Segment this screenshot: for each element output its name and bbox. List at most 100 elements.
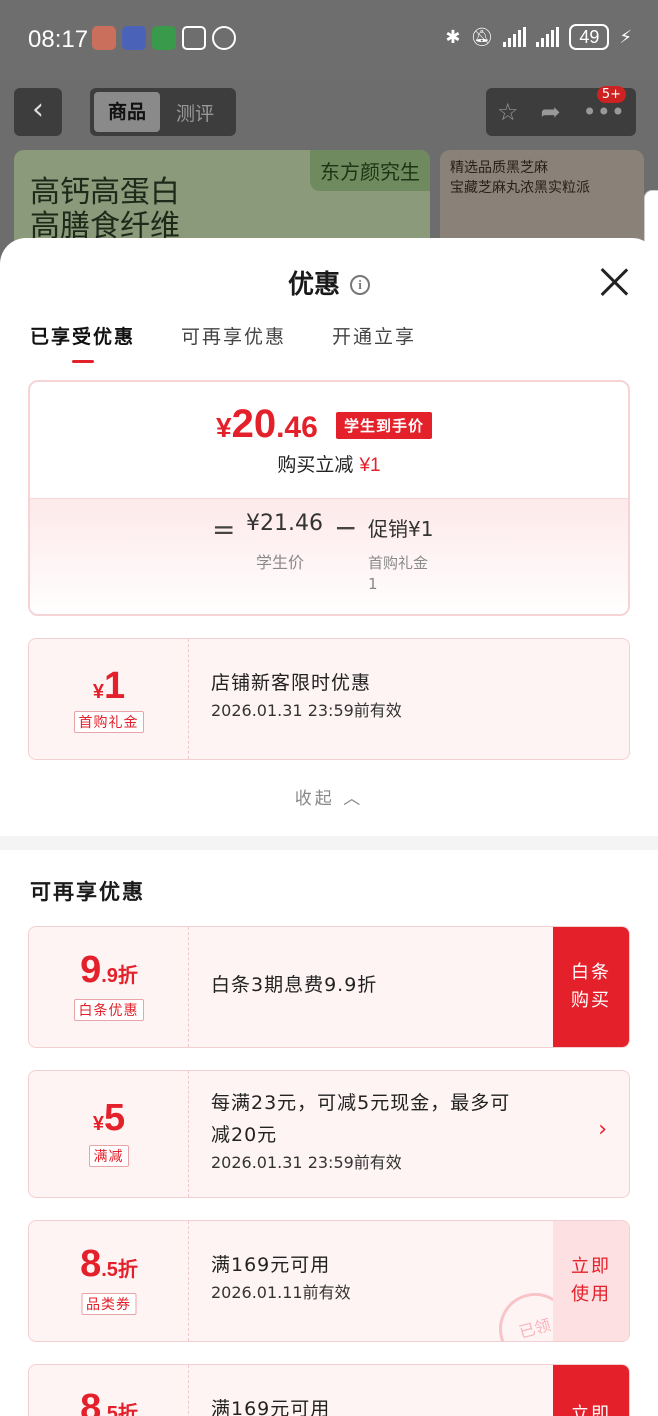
- coupon-amount: 8.5折: [29, 1387, 189, 1416]
- coupon-type-tag: 白条优惠: [73, 999, 144, 1021]
- amount-suffix: .9折: [101, 965, 138, 987]
- amount-suffix: .5折: [101, 1259, 138, 1281]
- coupon-amount-area: 8.5折: [29, 1365, 189, 1416]
- coupon-amount: ¥1: [29, 665, 189, 708]
- battery-icon: 49: [569, 24, 610, 50]
- status-time: 08:17: [28, 26, 89, 53]
- status-right: ✱ 🔕︎ 49 ⚡: [445, 24, 632, 50]
- charging-icon: ⚡: [619, 26, 632, 48]
- promo-label: 首购礼金 1: [368, 554, 429, 593]
- discount-sheet: 优惠 i 已享受优惠 可再享优惠 开通立享 ¥20.46 学生到手价 购买立减 ¥…: [0, 238, 658, 1416]
- student-price-value: ¥21.46: [246, 511, 323, 536]
- chevron-right-icon[interactable]: ›: [598, 1117, 607, 1142]
- currency-symbol: ¥: [92, 681, 104, 703]
- info-icon[interactable]: i: [350, 275, 370, 295]
- wechat-icon: [152, 26, 176, 50]
- status-bar: 08:17 ✱ 🔕︎ 49 ⚡: [0, 0, 658, 80]
- purchase-reduction: 购买立减 ¥1: [30, 450, 628, 477]
- price-breakdown: = ¥21.46 学生价 − 促销¥1 首购礼金 1: [30, 498, 628, 614]
- reduction-label: 购买立减: [277, 454, 354, 476]
- banner-brand: 东方颜究生: [310, 150, 430, 191]
- coupon-amount-area: 8.5折 品类券: [29, 1221, 189, 1341]
- coupon-expiry: 2026.01.31 23:59前有效: [211, 701, 402, 720]
- price-summary-card: ¥20.46 学生到手价 购买立减 ¥1 = ¥21.46 学生价 − 促销¥1…: [28, 380, 630, 616]
- app-notification-icon: [92, 26, 116, 50]
- amount-suffix: .5折: [101, 1403, 138, 1416]
- tab-more[interactable]: 可再享优惠: [181, 322, 286, 349]
- amount-value: 8: [80, 1387, 102, 1416]
- equals-sign: =: [212, 513, 236, 546]
- amount-value: 8: [80, 1243, 102, 1285]
- coupon-expiry: 2026.01.11前有效: [211, 1283, 351, 1302]
- coupon-title: 每满23元，可减5元现金，最多可 减20元: [211, 1092, 511, 1146]
- tab-product[interactable]: 商品: [94, 92, 160, 132]
- coupon-details: 每满23元，可减5元现金，最多可 减20元 2026.01.31 23:59前有…: [211, 1087, 510, 1175]
- banner-slogan: 高钙高蛋白 高膳食纤维: [30, 175, 180, 244]
- discount-tabs: 已享受优惠 可再享优惠 开通立享: [30, 322, 416, 363]
- student-price-label: 学生价: [256, 553, 305, 572]
- coupon-type-tag: 满减: [88, 1145, 129, 1167]
- bluetooth-icon: ✱: [445, 26, 461, 48]
- student-price-tag: 学生到手价: [336, 412, 433, 439]
- notification-icons: [92, 26, 236, 50]
- coupon-details: 满169元可用 2026.01.11前有效: [211, 1249, 351, 1305]
- promo-value: 促销¥1: [368, 517, 434, 541]
- amount-value: 9: [80, 949, 102, 991]
- price-symbol: ¥: [216, 412, 232, 443]
- price-integer: 20: [231, 402, 277, 446]
- product-topbar: ‹ 商品 测评 ☆ ➦ ••• 5+: [0, 86, 658, 138]
- coupon-title: 店铺新客限时优惠: [211, 672, 372, 694]
- coupon-expiry: 2026.01.31 23:59前有效: [211, 1153, 402, 1172]
- amount-value: 5: [103, 1097, 126, 1139]
- app-notification-icon: [122, 26, 146, 50]
- tab-activate[interactable]: 开通立享: [332, 322, 416, 349]
- coupon-amount: ¥5: [29, 1097, 189, 1140]
- signal-icon: [536, 27, 560, 47]
- back-button[interactable]: ‹: [14, 88, 62, 136]
- coupon-details: 店铺新客限时优惠 2026.01.31 23:59前有效: [211, 667, 402, 723]
- top-actions: ☆ ➦ ••• 5+: [486, 86, 636, 136]
- final-price: ¥20.46: [216, 402, 318, 447]
- coupon-full-reduction[interactable]: ¥5 满减 每满23元，可减5元现金，最多可 减20元 2026.01.31 2…: [28, 1070, 630, 1198]
- section-divider: [0, 836, 658, 850]
- tab-enjoyed[interactable]: 已享受优惠: [30, 322, 135, 363]
- price-decimal: .46: [276, 411, 318, 444]
- tab-review[interactable]: 测评: [160, 99, 230, 126]
- star-icon[interactable]: ☆: [497, 98, 519, 126]
- coupon-amount-area: ¥1 首购礼金: [29, 639, 189, 759]
- coupon-type-tag: 首购礼金: [73, 711, 144, 733]
- sheet-title: 优惠: [287, 270, 340, 300]
- coupon-category-2[interactable]: 8.5折 满169元可用 立即: [28, 1364, 630, 1416]
- baitiao-buy-button[interactable]: 白条 购买: [553, 927, 629, 1047]
- use-now-button[interactable]: 立即 使用: [553, 1221, 629, 1341]
- minus-sign: −: [334, 511, 358, 544]
- coupon-title: 满169元可用: [211, 1398, 331, 1416]
- coupon-baitiao[interactable]: 9.9折 白条优惠 白条3期息费9.9折 白条 购买: [28, 926, 630, 1048]
- coupon-amount: 9.9折: [29, 949, 189, 992]
- coupon-amount: 8.5折: [29, 1243, 189, 1286]
- currency-symbol: ¥: [92, 1113, 104, 1135]
- mute-icon: 🔕︎: [470, 26, 494, 48]
- message-badge: 5+: [596, 86, 626, 103]
- use-now-button[interactable]: 立即: [553, 1365, 629, 1416]
- coupon-amount-area: ¥5 满减: [29, 1071, 189, 1197]
- coupon-amount-area: 9.9折 白条优惠: [29, 927, 189, 1047]
- signal-icon: [503, 27, 527, 47]
- final-price-area: ¥20.46 学生到手价 购买立减 ¥1: [30, 382, 628, 498]
- sheet-header: 优惠 i: [0, 264, 658, 301]
- collapse-button[interactable]: 收起 ︿: [0, 784, 658, 809]
- alarm-icon: [212, 26, 236, 50]
- enjoyed-coupon: ¥1 首购礼金 店铺新客限时优惠 2026.01.31 23:59前有效: [28, 638, 630, 760]
- coupon-category[interactable]: 8.5折 品类券 满169元可用 2026.01.11前有效 已领 立即 使用: [28, 1220, 630, 1342]
- more-discounts-title: 可再享优惠: [30, 880, 145, 904]
- collapse-label: 收起: [294, 789, 335, 809]
- coupon-title: 白条3期息费9.9折: [211, 974, 378, 996]
- product-tabs: 商品 测评: [90, 88, 236, 136]
- share-icon[interactable]: ➦: [540, 98, 560, 126]
- chevron-left-icon: ‹: [32, 92, 44, 127]
- amount-value: 1: [103, 665, 126, 707]
- reduction-value: ¥1: [359, 455, 381, 476]
- coupon-title: 满169元可用: [211, 1254, 331, 1276]
- coupon-type-tag: 品类券: [81, 1293, 136, 1315]
- close-icon[interactable]: [600, 268, 628, 296]
